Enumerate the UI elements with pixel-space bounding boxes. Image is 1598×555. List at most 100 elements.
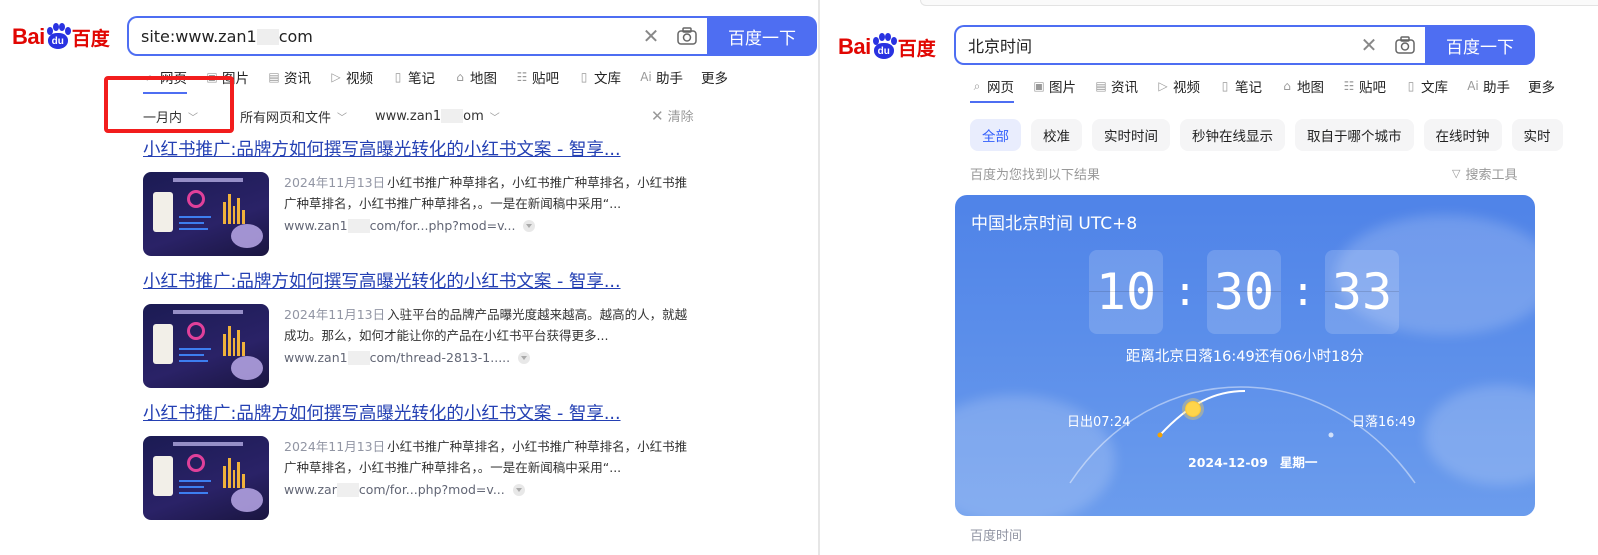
tab-label: 文库 (594, 71, 621, 87)
close-icon: ✕ (651, 106, 664, 125)
video-icon: ▷ (331, 70, 341, 84)
result-thumbnail[interactable] (143, 436, 269, 520)
tab-map[interactable]: ⌂ 地图 (453, 67, 497, 87)
result-url[interactable]: www.zan1 com/for...php?mod=v... (284, 215, 694, 236)
search-button[interactable]: 百度一下 (1425, 25, 1535, 65)
paw-icon: du (872, 33, 897, 61)
tab-label: 资讯 (1111, 80, 1138, 96)
date-value: 2024-12-09 (1188, 455, 1268, 470)
result-url[interactable]: www.zan1 com/thread-2813-1..... (284, 347, 694, 368)
chevron-down-icon[interactable] (512, 483, 525, 496)
result-title-link[interactable]: 小红书推广:品牌方如何撰写高曝光转化的小红书文案 - 智享... (143, 400, 703, 425)
clock-seconds: 33 (1325, 250, 1399, 334)
timezone-title: 中国北京时间 UTC+8 (971, 214, 1138, 234)
search-button[interactable]: 百度一下 (707, 16, 817, 56)
tab-video[interactable]: ▷ 视频 (1156, 76, 1200, 96)
logo-bai-text: Bai (12, 24, 45, 49)
news-icon: ▤ (268, 70, 280, 84)
camera-icon[interactable] (667, 18, 707, 54)
card-source[interactable]: 百度时间 (970, 525, 1022, 544)
doc-icon: ▯ (580, 70, 588, 84)
tab-doc[interactable]: ▯ 文库 (577, 67, 621, 87)
sun-arc (1069, 386, 1416, 484)
chip[interactable]: 全部 (970, 119, 1021, 151)
scope-filter[interactable]: 所有网页和文件 ﹀ (240, 107, 347, 126)
tab-video[interactable]: ▷ 视频 (329, 67, 373, 87)
tab-label: 助手 (656, 71, 683, 87)
logo-du-text: du (47, 33, 68, 49)
search-input[interactable]: 北京时间 ✕ (954, 25, 1425, 65)
chip[interactable]: 秒钟在线显示 (1180, 119, 1285, 151)
chevron-down-icon[interactable] (523, 219, 536, 232)
map-icon: ⌂ (456, 70, 464, 84)
tab-news[interactable]: ▤ 资讯 (1094, 76, 1138, 96)
search-tools-label: 搜索工具 (1465, 168, 1518, 183)
chip[interactable]: 校准 (1031, 119, 1082, 151)
result-url[interactable]: www.zar com/for...php?mod=v... (284, 479, 694, 500)
ai-icon: Ai (640, 70, 652, 84)
tab-search[interactable]: ⌕ 网页 (970, 76, 1014, 103)
chip[interactable]: 实时 (1511, 119, 1563, 151)
tab-label: 资讯 (284, 71, 311, 87)
tab-more[interactable]: 更多 (1528, 76, 1555, 96)
tab-tieba[interactable]: ☷ 贴吧 (515, 67, 559, 87)
tab-note[interactable]: ▯ 笔记 (1218, 76, 1262, 96)
result-date: 2024年11月13日 (284, 439, 386, 454)
chip[interactable]: 在线时钟 (1423, 119, 1502, 151)
search-result: 小红书推广:品牌方如何撰写高曝光转化的小红书文案 - 智享... 2024年11… (143, 400, 703, 520)
weekday-value: 星期一 (1279, 455, 1318, 470)
tieba-icon: ☷ (1343, 79, 1355, 93)
tab-ai[interactable]: Ai 助手 (639, 67, 683, 87)
result-thumbnail[interactable] (143, 172, 269, 256)
filter-icon: ▽ (1452, 167, 1461, 180)
logo-baidu-cn: 百度 (71, 27, 110, 50)
clock-minutes: 30 (1207, 250, 1281, 334)
tab-map[interactable]: ⌂ 地图 (1280, 76, 1324, 96)
logo-bai-text: Bai (838, 34, 871, 59)
search-input[interactable]: site:www.zan1 com ✕ (127, 16, 707, 56)
video-icon: ▷ (1158, 79, 1168, 93)
clear-icon[interactable]: ✕ (1353, 33, 1385, 57)
paw-icon: du (46, 23, 71, 51)
clear-filter-button[interactable]: ✕ 清除 (651, 106, 694, 126)
redacted-mask (347, 218, 370, 233)
chip[interactable]: 取自于哪个城市 (1295, 119, 1414, 151)
tab-tieba[interactable]: ☷ 贴吧 (1342, 76, 1386, 96)
tab-label: 文库 (1421, 80, 1448, 96)
right-browser-pane: Bai du 百度 北京时间 ✕ 百度一下 ⌕ 网页 ▣ 图片 ▤ 资讯 ▷ 视频 ▯ 笔记 ⌂ 地图… (820, 0, 1598, 555)
camera-icon[interactable] (1385, 27, 1425, 63)
chevron-down-icon: ﹀ (489, 112, 500, 124)
tab-label: 地图 (1297, 80, 1324, 96)
tab-image[interactable]: ▣ 图片 (1032, 76, 1076, 96)
result-title-link[interactable]: 小红书推广:品牌方如何撰写高曝光转化的小红书文案 - 智享... (143, 268, 703, 293)
tab-more[interactable]: 更多 (701, 67, 728, 87)
search-query: 北京时间 (968, 37, 1033, 56)
result-date: 2024年11月13日 (284, 307, 386, 322)
logo-du-text: du (873, 43, 894, 59)
search-query: site:www.zan1 com (141, 26, 313, 46)
search-tabs: ⌕ 网页 ▣ 图片 ▤ 资讯 ▷ 视频 ▯ 笔记 ⌂ 地图 ☷ 贴吧 ▯ 文库 Ai 助手 更多 (970, 71, 1573, 103)
tab-news[interactable]: ▤ 资讯 (267, 67, 311, 87)
scope-filter-label: 所有网页和文件 (240, 110, 332, 126)
tab-ai[interactable]: Ai 助手 (1466, 76, 1510, 96)
result-title-link[interactable]: 小红书推广:品牌方如何撰写高曝光转化的小红书文案 - 智享... (143, 136, 703, 161)
result-thumbnail[interactable] (143, 304, 269, 388)
redacted-mask (256, 29, 279, 45)
clear-icon[interactable]: ✕ (635, 24, 667, 48)
baidu-logo[interactable]: Bai du 百度 (12, 17, 110, 57)
site-filter[interactable]: www.zan1 om ﹀ (375, 109, 500, 124)
tab-doc[interactable]: ▯ 文库 (1404, 76, 1448, 96)
clock-separator: : (1172, 269, 1198, 315)
image-icon: ▣ (1033, 79, 1045, 93)
sunrise-time: 日出07:24 (1067, 415, 1131, 430)
search-tools-button[interactable]: ▽ 搜索工具 (1452, 164, 1517, 183)
search-icon: ⌕ (973, 78, 981, 93)
search-bar: 北京时间 ✕ 百度一下 (954, 25, 1535, 65)
tab-label: 视频 (346, 71, 373, 87)
baidu-logo[interactable]: Bai du 百度 (838, 27, 936, 67)
chevron-down-icon[interactable] (518, 351, 531, 364)
date-label: 2024-12-09 星期一 (1188, 452, 1317, 471)
result-date: 2024年11月13日 (284, 175, 386, 190)
tab-note[interactable]: ▯ 笔记 (391, 67, 435, 87)
chip[interactable]: 实时时间 (1092, 119, 1170, 151)
